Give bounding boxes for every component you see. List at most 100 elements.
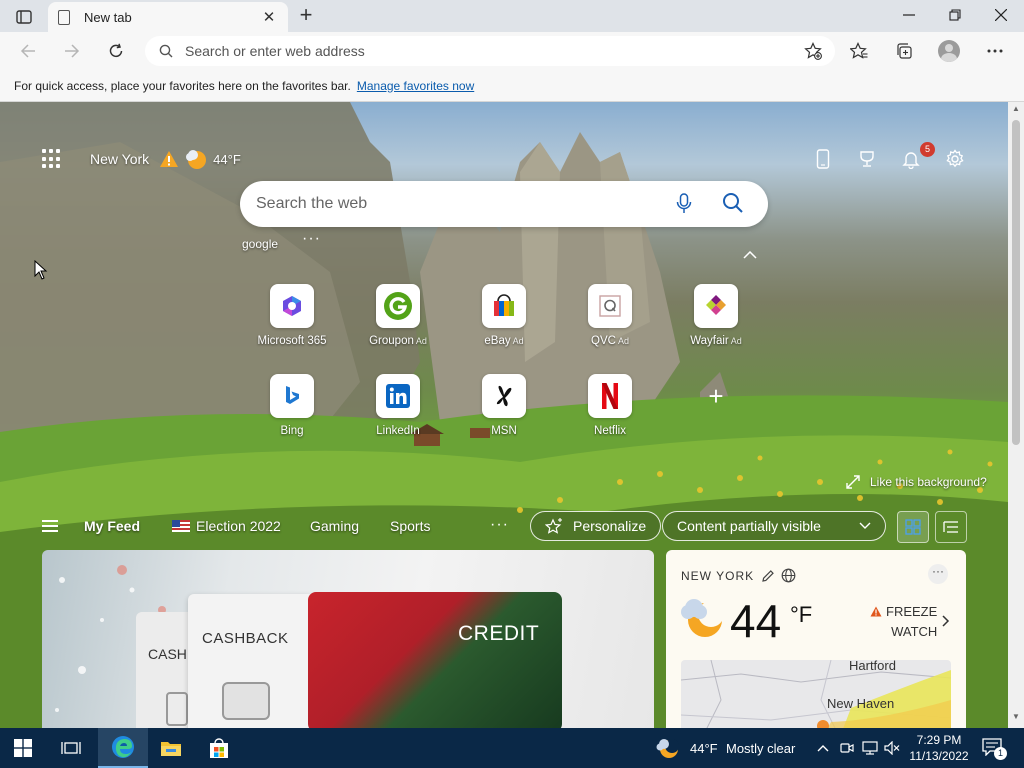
collapse-quicklinks-icon[interactable] [743,248,757,262]
map-label-hartford: Hartford [849,660,896,673]
profile-avatar[interactable] [938,40,960,62]
weather-moon-cloud-icon[interactable] [656,736,680,760]
chevron-right-icon[interactable] [942,614,950,630]
task-view-button[interactable] [48,728,94,768]
taskbar-edge[interactable] [98,728,148,768]
quicklink-groupon[interactable]: Groupon Ad [352,284,444,347]
web-search-box[interactable] [240,181,768,227]
quicklink-qvc[interactable]: QVC Ad [564,284,656,347]
quicklink-msn[interactable]: MSN [458,374,550,437]
feed-card-credit-offer[interactable]: CASH CASHBACK CREDIT [42,550,654,728]
scrollbar-thumb[interactable] [1012,120,1020,445]
map-label-new-haven: New Haven [827,696,895,711]
address-input[interactable] [185,43,785,59]
weather-card-more-icon[interactable]: ··· [928,564,948,584]
quicklink-microsoft-365[interactable]: Microsoft 365 [246,284,338,347]
scroll-up-icon[interactable]: ▲ [1008,104,1024,113]
address-bar[interactable] [145,36,835,66]
quicklink-bing[interactable]: Bing [246,374,338,437]
new-tab-page: New York 44°F 5 google ··· Microsoft 365… [0,102,1008,728]
refresh-button[interactable] [102,38,130,64]
weather-city[interactable]: New York [90,151,149,167]
weather-widget: New York 44°F [42,148,241,170]
minimize-button[interactable] [886,0,932,30]
feed-tab-my-feed[interactable]: My Feed [84,518,140,534]
like-background-button[interactable]: Like this background? [846,475,987,489]
moon-cloud-icon [681,599,724,637]
edit-pencil-icon[interactable] [761,569,775,583]
forward-button[interactable] [58,38,86,64]
tab-new-tab[interactable]: New tab ✕ [48,2,288,32]
back-button[interactable] [14,38,42,64]
grid-layout-icon [905,519,921,535]
action-center-button[interactable]: 1 [980,736,1008,760]
apps-grid-icon[interactable] [42,149,62,169]
tray-chevron-up-icon[interactable] [817,744,829,752]
feed-more-icon[interactable]: ··· [490,516,509,534]
globe-icon[interactable] [781,568,796,583]
tab-strip: New tab ✕ + [0,0,1024,32]
list-layout-button[interactable] [935,511,967,543]
web-search-input[interactable] [256,195,656,213]
feed-navigation: My Feed Election 2022 Gaming Sports ··· … [0,510,1008,543]
add-favorite-icon[interactable] [800,38,826,64]
quicklink-linkedin[interactable]: LinkedIn [352,374,444,437]
start-button[interactable] [0,728,46,768]
cash-card-text: CASH [148,646,187,662]
groupon-icon [376,284,420,328]
quicklink-label: LinkedIn [376,425,420,437]
scroll-down-icon[interactable]: ▼ [1008,712,1024,721]
quicklink-netflix[interactable]: Netflix [564,374,656,437]
taskbar-clock[interactable]: 7:29 PM 11/13/2022 [906,732,972,764]
folder-icon [161,742,181,756]
content-visibility-dropdown[interactable]: Content partially visible [662,511,886,541]
quicklink-label: Netflix [594,425,626,437]
volume-muted-icon[interactable] [884,741,900,755]
alert-line-2: WATCH [891,624,938,639]
edge-logo-icon [112,736,134,758]
weather-map[interactable]: Hartford New Haven [681,660,951,728]
recent-search[interactable]: google [242,237,278,251]
chevron-down-icon [859,522,871,529]
rewards-icon[interactable] [854,146,880,172]
restore-button[interactable] [932,0,978,30]
bing-icon [270,374,314,418]
taskbar-weather-desc[interactable]: Mostly clear [726,741,795,756]
quicklink-ebay[interactable]: eBay Ad [458,284,550,347]
settings-more-icon[interactable] [982,38,1008,64]
page-settings-gear-icon[interactable] [942,146,968,172]
clock-date: 11/13/2022 [909,749,969,763]
grid-layout-button[interactable] [897,511,929,543]
collections-icon[interactable] [891,38,917,64]
network-icon[interactable] [862,741,878,755]
taskbar-weather-temp[interactable]: 44°F [690,741,718,756]
quicklink-wayfair[interactable]: Wayfair Ad [670,284,762,347]
taskbar-microsoft-store[interactable] [196,728,242,768]
quicklink-label: Microsoft 365 [257,335,327,347]
feed-tab-election[interactable]: Election 2022 [172,518,281,534]
freeze-watch-alert[interactable]: FREEZE WATCH [870,602,937,642]
tab-actions-icon[interactable] [8,6,40,28]
close-window-button[interactable] [978,0,1024,30]
favorites-icon[interactable] [846,38,872,64]
feed-tab-gaming[interactable]: Gaming [310,518,359,534]
manage-favorites-link[interactable]: Manage favorites now [357,79,474,93]
recent-search-more-icon[interactable]: ··· [302,230,321,248]
add-quicklink-button[interactable]: + [670,374,762,418]
page-scrollbar[interactable]: ▲ ▼ [1008,102,1024,728]
microphone-icon[interactable] [676,193,692,215]
feed-tab-sports[interactable]: Sports [390,518,430,534]
mobile-icon[interactable] [810,146,836,172]
search-submit-icon[interactable] [722,192,744,214]
card-chip-icon [222,682,270,720]
new-tab-button[interactable]: + [294,4,318,28]
feed-menu-icon[interactable] [42,520,58,535]
feed-tab-label: Election 2022 [196,518,281,534]
meet-now-icon[interactable] [840,741,854,755]
weather-card[interactable]: NEW YORK ··· 44 °F FREEZE WATCH Hartford… [666,550,966,728]
personalize-button[interactable]: Personalize [530,511,662,541]
action-center-badge: 1 [994,747,1007,760]
tab-close-icon[interactable]: ✕ [260,8,278,26]
taskbar-file-explorer[interactable] [148,728,194,768]
clock-time: 7:29 PM [916,733,962,747]
